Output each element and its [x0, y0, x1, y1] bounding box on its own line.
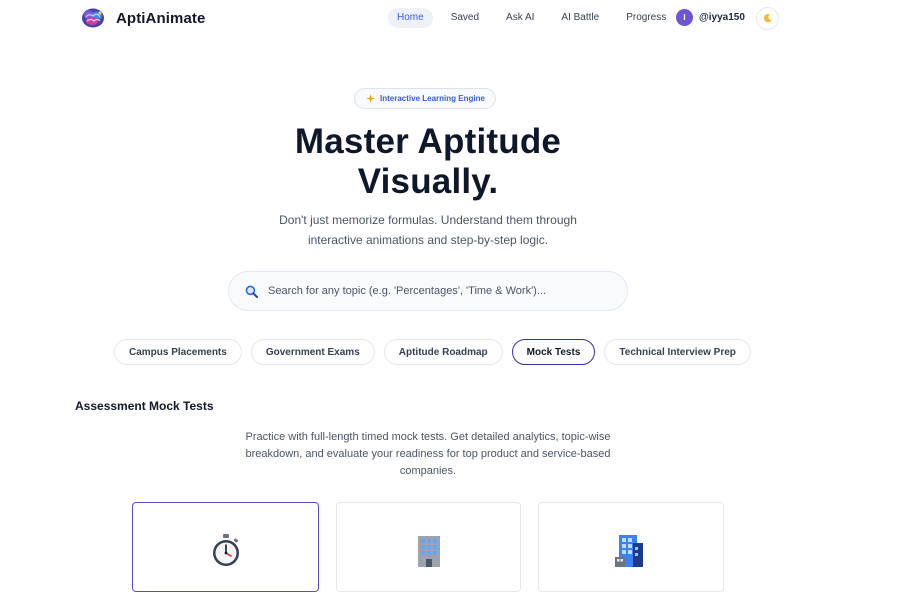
nav-ai-battle[interactable]: AI Battle — [552, 8, 608, 28]
filter-aptitude-roadmap[interactable]: Aptitude Roadmap — [383, 339, 503, 365]
filter-government-exams[interactable]: Government Exams — [250, 339, 375, 365]
brain-logo-icon — [82, 8, 104, 28]
avatar: I — [676, 9, 693, 26]
search-input[interactable] — [268, 285, 608, 297]
hero-subtitle: Don't just memorize formulas. Understand… — [279, 213, 577, 247]
filter-mock-tests[interactable]: Mock Tests — [511, 339, 596, 365]
moon-icon — [764, 14, 772, 23]
search-icon — [245, 285, 258, 298]
hero-title: Master Aptitude Visually. — [0, 122, 856, 202]
sparkle-icon — [366, 94, 375, 103]
company-building-icon — [615, 535, 643, 567]
stopwatch-icon — [212, 534, 239, 566]
nav-ask-ai[interactable]: Ask AI — [497, 8, 543, 28]
section-description: Practice with full-length timed mock tes… — [245, 431, 611, 477]
badge-label: Interactive Learning Engine — [380, 94, 485, 103]
section-title: Assessment Mock Tests — [75, 399, 214, 413]
nav-links: Home Saved Ask AI AI Battle Progress — [388, 8, 684, 28]
category-filters: Campus Placements Government Exams Aptit… — [114, 339, 751, 365]
search-bar[interactable] — [228, 271, 628, 311]
username: @iyya150 — [699, 12, 745, 23]
brand-name: AptiAnimate — [116, 9, 206, 27]
user-menu[interactable]: I @iyya150 — [676, 9, 745, 26]
filter-campus-placements[interactable]: Campus Placements — [114, 339, 242, 365]
mock-test-card[interactable] — [132, 502, 319, 592]
nav-progress[interactable]: Progress — [617, 8, 675, 28]
office-building-icon — [417, 536, 440, 567]
hero-badge: Interactive Learning Engine — [354, 88, 496, 109]
theme-toggle-button[interactable] — [756, 7, 779, 30]
hero-title-line2: Visually. — [357, 162, 499, 201]
hero-title-line1: Master Aptitude — [294, 122, 562, 161]
mock-test-card[interactable] — [336, 502, 521, 592]
nav-saved[interactable]: Saved — [442, 8, 488, 28]
brand[interactable]: AptiAnimate — [80, 5, 205, 31]
top-navbar: AptiAnimate Home Saved Ask AI AI Battle … — [0, 0, 905, 38]
nav-home[interactable]: Home — [388, 8, 433, 28]
mock-test-card[interactable] — [538, 502, 724, 592]
filter-technical-interview-prep[interactable]: Technical Interview Prep — [604, 339, 751, 365]
